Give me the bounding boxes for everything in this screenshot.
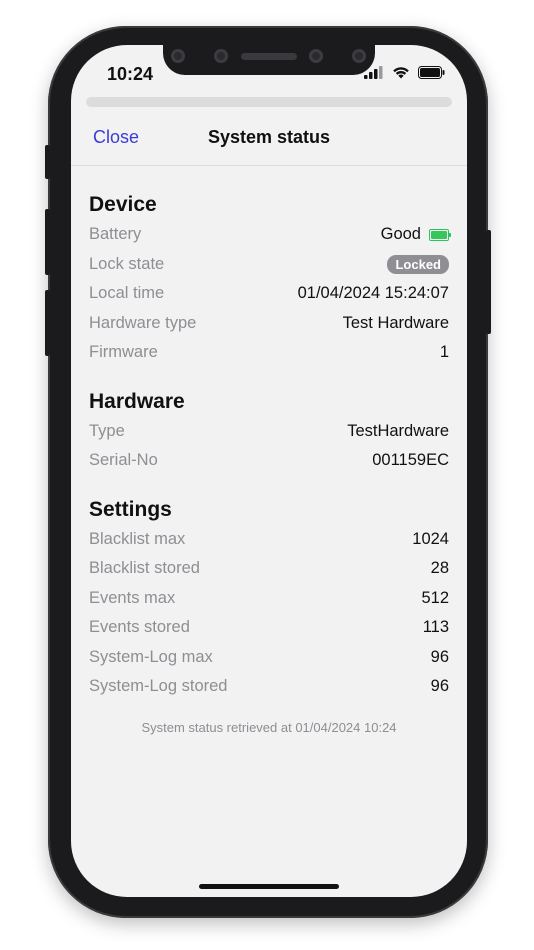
row-blacklist-max: Blacklist max 1024 [89,525,449,555]
row-label: Firmware [89,343,158,362]
battery-icon [418,66,445,79]
row-value: TestHardware [347,421,449,440]
row-events-max: Events max 512 [89,584,449,614]
status-content: Device Battery Good Lock state Locked Lo… [89,190,451,702]
retrieved-at-footer: System status retrieved at 01/04/2024 10… [141,720,397,735]
section-title-device: Device [89,193,157,216]
row-events-stored: Events stored 113 [89,613,449,643]
battery-status-text: Good [380,225,421,244]
row-label: Type [89,421,125,440]
row-label: System-Log max [89,647,213,666]
row-system-log-stored: System-Log stored 96 [89,672,449,702]
wifi-icon [393,67,409,79]
row-hardware-type: Hardware type Test Hardware [89,309,449,339]
row-serial-no: Serial-No 001159EC [89,446,449,476]
status-badge: Locked [387,254,449,274]
row-label: Lock state [89,254,165,273]
navigation-bar: Close System status [71,107,467,166]
signal-icon [364,66,383,79]
row-label: Events max [89,588,176,607]
row-label: Events stored [89,618,190,637]
volume-down-button [45,290,50,356]
row-value: 96 [430,677,449,696]
notch [163,45,375,75]
row-value: 1024 [412,529,449,548]
section-title-settings: Settings [89,497,172,521]
row-label: Blacklist stored [89,559,200,578]
sensor-dot [352,49,366,63]
row-value: 512 [421,588,449,607]
sensor-dot [171,49,185,63]
row-local-time: Local time 01/04/2024 15:24:07 [89,279,449,309]
row-blacklist-stored: Blacklist stored 28 [89,554,449,584]
earpiece-speaker [241,53,297,60]
status-time: 10:24 [107,64,154,84]
row-label: Blacklist max [89,529,186,548]
power-button [486,230,491,334]
row-label: System-Log stored [89,677,228,696]
row-value: Test Hardware [342,313,449,332]
status-icons [364,66,445,79]
row-value: 96 [430,647,449,666]
row-value: 01/04/2024 15:24:07 [297,284,449,303]
battery-good-icon [429,228,451,241]
row-value: Good [380,225,451,244]
mute-switch [45,145,50,179]
row-label: Battery [89,225,142,244]
row-label: Serial-No [89,451,158,470]
row-battery: Battery Good [89,220,451,250]
row-system-log-max: System-Log max 96 [89,643,449,673]
row-type: Type TestHardware [89,417,449,447]
row-value: 28 [430,559,449,578]
row-value: Locked [387,254,449,274]
row-firmware: Firmware 1 [89,338,449,368]
row-value: 113 [422,618,449,637]
row-value: 001159EC [372,451,449,470]
section-title-hardware: Hardware [89,389,185,413]
row-lock-state: Lock state Locked [89,250,449,280]
previous-sheet-edge [86,97,452,107]
row-value: 1 [439,343,449,362]
row-label: Hardware type [89,313,197,332]
row-label: Local time [89,284,165,303]
volume-up-button [45,209,50,275]
home-indicator[interactable] [199,884,339,889]
sensor-dot [214,49,228,63]
page-title: System status [207,127,331,147]
front-camera [309,49,323,63]
